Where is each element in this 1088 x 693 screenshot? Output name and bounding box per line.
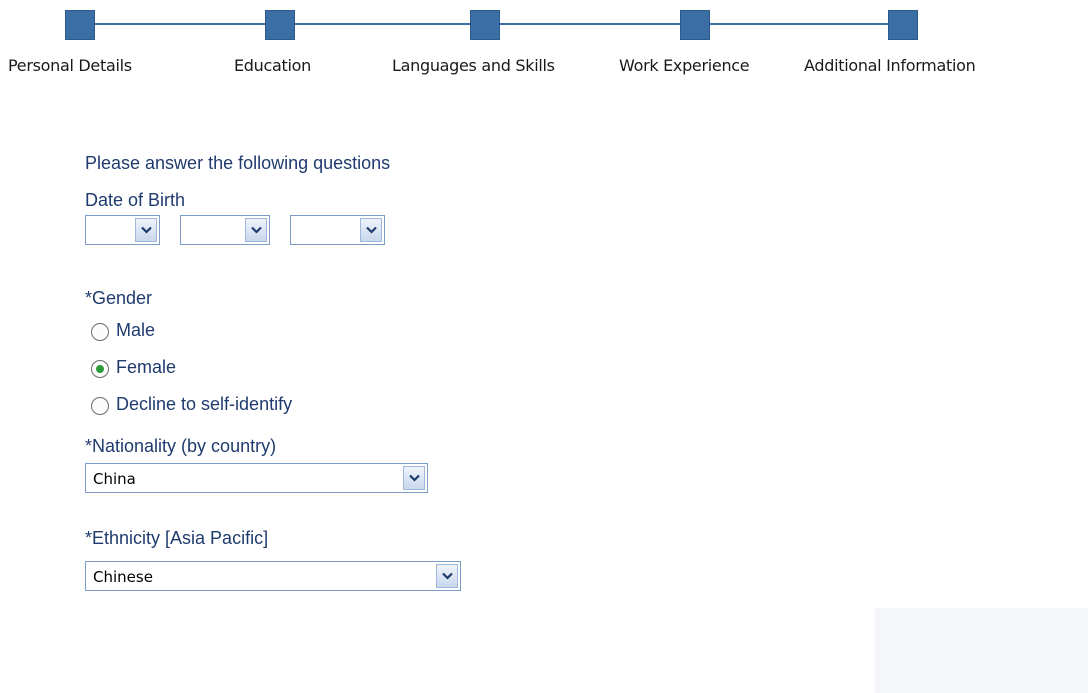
step-label-education[interactable]: Education	[234, 56, 311, 75]
ethnicity-label: *Ethnicity [Asia Pacific]	[85, 528, 269, 548]
radio-selected-dot	[96, 365, 104, 373]
step-connector	[95, 23, 265, 25]
chevron-down-icon[interactable]	[360, 218, 382, 242]
step-connector	[295, 23, 470, 25]
dob-day-select[interactable]	[85, 215, 160, 245]
step-icon-work-experience[interactable]	[680, 10, 710, 40]
gender-option-label[interactable]: Female	[116, 357, 176, 378]
ethnicity-select[interactable]: Chinese	[85, 561, 461, 591]
step-icon-languages-skills[interactable]	[470, 10, 500, 40]
step-icon-additional-information[interactable]	[888, 10, 918, 40]
chevron-down-icon[interactable]	[403, 466, 425, 490]
progress-stepper: Personal Details Education Languages and…	[0, 0, 1088, 90]
gender-option-label[interactable]: Decline to self-identify	[116, 394, 292, 415]
step-label-languages-skills[interactable]: Languages and Skills	[392, 56, 555, 75]
nationality-label: *Nationality (by country)	[85, 436, 277, 456]
nationality-select[interactable]: China	[85, 463, 428, 493]
nationality-value: China	[93, 470, 136, 488]
step-label-additional-information[interactable]: Additional Information	[804, 56, 976, 75]
ethnicity-value: Chinese	[93, 568, 153, 586]
gender-option-label[interactable]: Male	[116, 320, 155, 341]
corner-panel	[875, 608, 1088, 693]
step-label-work-experience[interactable]: Work Experience	[619, 56, 750, 75]
dob-year-select[interactable]	[290, 215, 385, 245]
step-icon-personal-details[interactable]	[65, 10, 95, 40]
step-icon-education[interactable]	[265, 10, 295, 40]
dob-month-select[interactable]	[180, 215, 270, 245]
gender-label: *Gender	[85, 288, 153, 308]
radio-button-decline[interactable]	[91, 397, 109, 415]
dob-label: Date of Birth	[85, 190, 186, 210]
step-connector	[500, 23, 680, 25]
radio-button-male[interactable]	[91, 323, 109, 341]
chevron-down-icon[interactable]	[245, 218, 267, 242]
form-intro-text: Please answer the following questions	[85, 153, 391, 173]
radio-button-female[interactable]	[91, 360, 109, 378]
chevron-down-icon[interactable]	[436, 564, 458, 588]
chevron-down-icon[interactable]	[135, 218, 157, 242]
step-label-personal-details[interactable]: Personal Details	[8, 56, 132, 75]
step-connector	[710, 23, 888, 25]
